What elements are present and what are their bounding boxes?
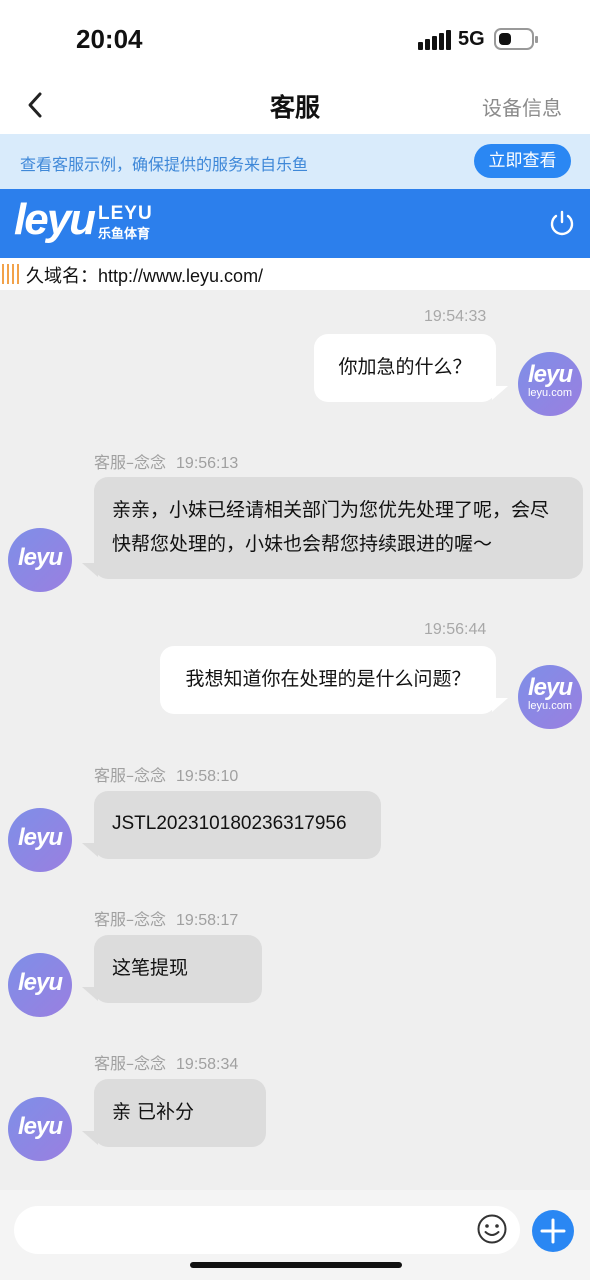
home-indicator[interactable]: [190, 1262, 402, 1268]
message-line: 快帮您处理的，小妹也会帮您持续跟进的喔～: [112, 533, 493, 555]
agent-message-bubble: 亲 已补分: [82, 1079, 266, 1147]
domain-marquee: 久域名：http://www.leyu.com/: [0, 258, 590, 290]
view-now-button[interactable]: 立即查看: [474, 144, 571, 178]
chat-area[interactable]: 19:54:33 你加急的什么？ leyu leyu.com 客服–念念 19:56…: [0, 290, 590, 1190]
notice-banner: 查看客服示例，确保提供的服务来自乐鱼 立即查看: [0, 134, 590, 189]
domain-label: 久域名：: [26, 266, 98, 287]
brand-header: leyu LEYU 乐鱼体育: [0, 189, 590, 258]
plus-icon[interactable]: [532, 1210, 574, 1252]
domain-url[interactable]: http://www.leyu.com/: [98, 266, 263, 286]
message-meta: 客服–念念 19:58:17: [94, 906, 238, 930]
message-time: 19:56:44: [424, 621, 487, 638]
sender-name: 客服–念念: [94, 1054, 167, 1073]
status-time: 20:04: [76, 24, 143, 54]
navigation-bar: 客服 设备信息: [0, 78, 590, 134]
message-line: 亲亲，小妹已经请相关部门为您优先处理了呢，会尽: [112, 499, 550, 521]
agent-message-bubble: 这笔提现: [82, 935, 262, 1003]
device-info-link[interactable]: 设备信息: [482, 92, 562, 121]
brand-name-en: LEYU: [98, 203, 153, 224]
message-time: 19:54:33: [424, 308, 487, 325]
message-time: 19:58:34: [176, 1056, 239, 1073]
user-message-bubble: 你加急的什么？: [314, 334, 508, 402]
agent-avatar: leyu: [8, 528, 72, 592]
agent-message-bubble: JSTL202310180236317956: [82, 791, 381, 859]
user-message-bubble: 我想知道你在处理的是什么问题？: [160, 646, 508, 714]
agent-message-bubble: 亲亲，小妹已经请相关部门为您优先处理了呢，会尽 快帮您处理的，小妹也会帮您持续跟…: [82, 477, 583, 579]
agent-avatar: leyu: [8, 808, 72, 872]
sender-name: 客服–念念: [94, 453, 167, 472]
message-meta: 客服–念念 19:56:13: [94, 449, 238, 473]
message-time: 19:58:17: [176, 912, 239, 929]
message-input[interactable]: [14, 1206, 520, 1254]
agent-avatar: leyu: [8, 1097, 72, 1161]
user-avatar: leyu leyu.com: [518, 665, 582, 729]
sender-name: 客服–念念: [94, 910, 167, 929]
signal-icon: [418, 30, 451, 50]
user-avatar: leyu leyu.com: [518, 352, 582, 416]
notice-text: 查看客服示例，确保提供的服务来自乐鱼: [20, 155, 309, 174]
power-icon[interactable]: [548, 209, 576, 237]
message-meta: 客服–念念 19:58:10: [94, 762, 238, 786]
network-label: 5G: [458, 28, 485, 50]
agent-avatar: leyu: [8, 953, 72, 1017]
audio-bars-icon: [2, 264, 24, 284]
message-time: 19:58:10: [176, 768, 239, 785]
brand-logo: leyu: [14, 195, 96, 244]
emoji-icon[interactable]: [476, 1213, 508, 1245]
status-bar: 20:04 5G: [0, 0, 590, 78]
message-meta: 客服–念念 19:58:34: [94, 1050, 238, 1074]
message-time: 19:56:13: [176, 455, 239, 472]
brand-name-cn: 乐鱼体育: [98, 227, 151, 242]
battery-icon: [494, 28, 538, 50]
sender-name: 客服–念念: [94, 766, 167, 785]
